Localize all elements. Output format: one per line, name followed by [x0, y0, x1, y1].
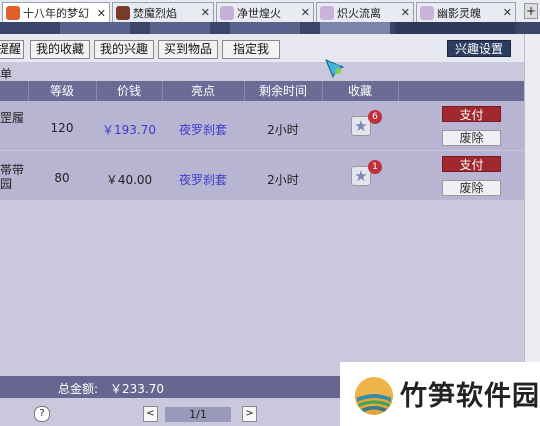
tab-5[interactable]: 幽影灵魄 ✕ [416, 2, 516, 22]
nav-assigned-button[interactable]: 指定我 [222, 40, 280, 59]
tab-label: 十八年的梦幻 [23, 7, 89, 20]
tab-label: 焚魔烈焰 [133, 6, 177, 20]
item-name-line: 帯带 [0, 163, 25, 177]
item-name[interactable]: 帯带 园 [0, 163, 24, 191]
table-row: 帯带 园 80 ￥40.00 夜罗刹套 2小时 ★ 1 支付 废除 [0, 151, 524, 201]
close-icon[interactable]: ✕ [201, 6, 210, 19]
close-icon[interactable]: ✕ [401, 6, 410, 19]
next-page-button[interactable]: > [242, 406, 257, 422]
prev-page-button[interactable]: < [143, 406, 158, 422]
item-highlight-link[interactable]: 夜罗刹套 [162, 171, 244, 188]
item-level: 80 [54, 171, 70, 185]
header-remaining: 剩余时间 [258, 84, 307, 98]
item-price: ￥193.70 [102, 123, 156, 137]
total-label: 总金额: [58, 382, 99, 396]
watermark-text: 竹笋软件园 [400, 381, 540, 412]
app-header [0, 22, 540, 34]
tab-bar: 十八年的梦幻 ✕ 焚魔烈焰 ✕ 净世煌火 ✕ 炽火流离 ✕ 幽影灵魄 ✕ + [0, 0, 540, 23]
item-level: 120 [50, 121, 74, 135]
avatar-icon [420, 5, 434, 20]
table-row: 罡履 120 ￥193.70 夜罗刹套 2小时 ★ 6 支付 废除 [0, 101, 524, 151]
item-price: ￥40.00 [105, 173, 153, 187]
favorite-count-badge: 1 [368, 160, 382, 174]
total-bar: 总金额: ￥233.70 [0, 376, 340, 398]
avatar-icon [220, 5, 234, 20]
tab-label: 炽火流离 [337, 6, 381, 20]
tab-1[interactable]: 十八年的梦幻 ✕ [2, 2, 110, 23]
header-highlight: 亮点 [190, 84, 215, 98]
watermark-logo-icon [355, 377, 393, 415]
page-indicator: 1/1 [165, 407, 231, 422]
item-remaining: 2小时 [267, 123, 299, 137]
watermark: 竹笋软件园 [340, 362, 540, 426]
app-icon [6, 6, 20, 20]
avatar-icon [320, 5, 334, 20]
item-name-line: 罡履 [0, 111, 25, 125]
table-header: 等级 价钱 亮点 剩余时间 收藏 [0, 81, 524, 101]
pay-button[interactable]: 支付 [442, 106, 501, 122]
new-tab-button[interactable]: + [524, 3, 538, 19]
header-tab-stub [150, 22, 210, 34]
header-price: 价钱 [116, 84, 141, 98]
cursor-icon [325, 59, 345, 79]
close-icon[interactable]: ✕ [97, 7, 106, 20]
item-remaining: 2小时 [267, 173, 299, 187]
header-tab-stub [320, 22, 390, 34]
tab-4[interactable]: 炽火流离 ✕ [316, 2, 414, 22]
nav-interests-button[interactable]: 我的兴趣 [94, 40, 154, 59]
interest-settings-button[interactable]: 兴趣设置 [447, 40, 511, 57]
tab-label: 幽影灵魄 [437, 6, 481, 20]
tab-3[interactable]: 净世煌火 ✕ [216, 2, 314, 22]
close-icon[interactable]: ✕ [503, 6, 512, 19]
delete-button[interactable]: 废除 [442, 180, 501, 196]
header-tab-stub [60, 22, 130, 34]
pay-button[interactable]: 支付 [442, 156, 501, 172]
nav-bought-button[interactable]: 买到物品 [158, 40, 218, 59]
nav-remind-button[interactable]: 提醒 [0, 40, 24, 59]
item-highlight-link[interactable]: 夜罗刹套 [162, 121, 244, 138]
item-name[interactable]: 罡履 [0, 111, 24, 125]
tab-2[interactable]: 焚魔烈焰 ✕ [112, 2, 214, 22]
nav-favorites-button[interactable]: 我的收藏 [30, 40, 90, 59]
item-name-line: 园 [0, 177, 13, 191]
header-favorite: 收藏 [347, 84, 372, 98]
delete-button[interactable]: 废除 [442, 130, 501, 146]
section-label: 单 [0, 67, 13, 81]
avatar-icon [116, 5, 130, 20]
nav-row: 提醒 我的收藏 我的兴趣 买到物品 指定我 兴趣设置 [0, 34, 524, 62]
total-value: ￥233.70 [110, 382, 164, 396]
header-tab-stub [230, 22, 300, 34]
tab-label: 净世煌火 [237, 6, 281, 20]
help-icon[interactable]: ? [34, 406, 50, 422]
header-level: 等级 [49, 84, 74, 98]
header-tab-stub [395, 22, 515, 34]
favorite-count-badge: 6 [368, 110, 382, 124]
close-icon[interactable]: ✕ [301, 6, 310, 19]
